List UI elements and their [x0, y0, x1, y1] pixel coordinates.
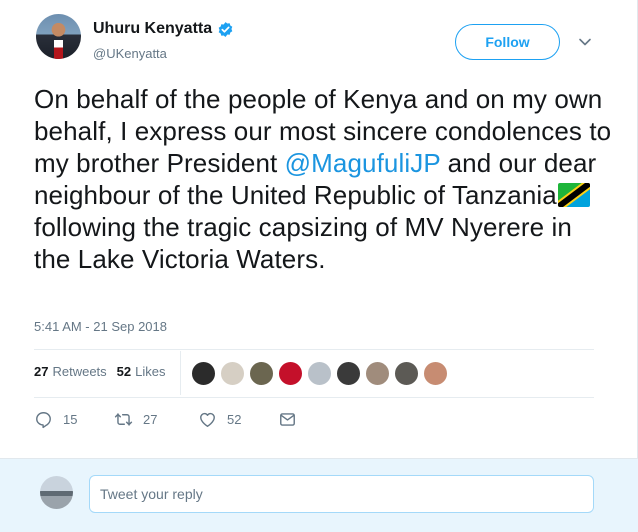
liker-avatar[interactable]: [336, 361, 361, 386]
follow-button[interactable]: Follow: [455, 24, 560, 60]
tweet-text-part: following the tragic capsizing of MV Nye…: [34, 212, 572, 274]
stats-divider: [180, 351, 181, 395]
retweets-count: 27: [34, 364, 49, 379]
retweets-stat[interactable]: 27 Retweets: [34, 364, 107, 379]
current-user-avatar: [40, 476, 73, 509]
liker-avatar[interactable]: [423, 361, 448, 386]
likes-count: 52: [116, 364, 132, 379]
retweet-count: 27: [143, 412, 158, 427]
author-name-row: Uhuru Kenyatta: [93, 20, 234, 38]
mention-link[interactable]: @MagufuliJP: [285, 148, 441, 178]
divider: [34, 349, 594, 350]
tweet-stats: 27 Retweets 52 Likes: [34, 364, 176, 379]
like-count: 52: [227, 412, 242, 427]
verified-badge-icon: [218, 21, 233, 37]
like-button[interactable]: 52: [198, 410, 278, 429]
liker-avatar[interactable]: [220, 361, 245, 386]
liker-avatar[interactable]: [191, 361, 216, 386]
likes-label: Likes: [135, 364, 166, 379]
retweet-button[interactable]: 27: [114, 410, 198, 429]
envelope-icon: [280, 413, 295, 426]
reply-count: 15: [63, 412, 78, 427]
reply-icon: [36, 412, 51, 429]
author-display-name[interactable]: Uhuru Kenyatta: [93, 20, 212, 38]
tweet-timestamp[interactable]: 5:41 AM - 21 Sep 2018: [34, 319, 167, 334]
liker-avatar[interactable]: [249, 361, 274, 386]
chevron-down-icon[interactable]: [578, 35, 592, 49]
tweet-actions: 15 27 52: [34, 410, 297, 429]
author-avatar[interactable]: [36, 14, 81, 59]
likes-stat[interactable]: 52 Likes: [117, 364, 166, 379]
reply-button[interactable]: 15: [34, 410, 114, 429]
retweets-label: Retweets: [52, 364, 107, 379]
divider: [34, 397, 594, 398]
author-handle[interactable]: @UKenyatta: [93, 46, 167, 61]
liker-avatar[interactable]: [278, 361, 303, 386]
reply-input[interactable]: [89, 475, 594, 513]
liker-avatars: [191, 361, 452, 386]
tweet-card: Uhuru Kenyatta @UKenyatta Follow On beha…: [0, 0, 638, 458]
heart-icon: [200, 412, 215, 427]
liker-avatar[interactable]: [394, 361, 419, 386]
tweet-text: On behalf of the people of Kenya and on …: [34, 83, 614, 275]
liker-avatar[interactable]: [365, 361, 390, 386]
liker-avatar[interactable]: [307, 361, 332, 386]
tanzania-flag-icon: [557, 183, 590, 207]
retweet-icon: [114, 413, 133, 426]
direct-message-button[interactable]: [278, 410, 297, 429]
